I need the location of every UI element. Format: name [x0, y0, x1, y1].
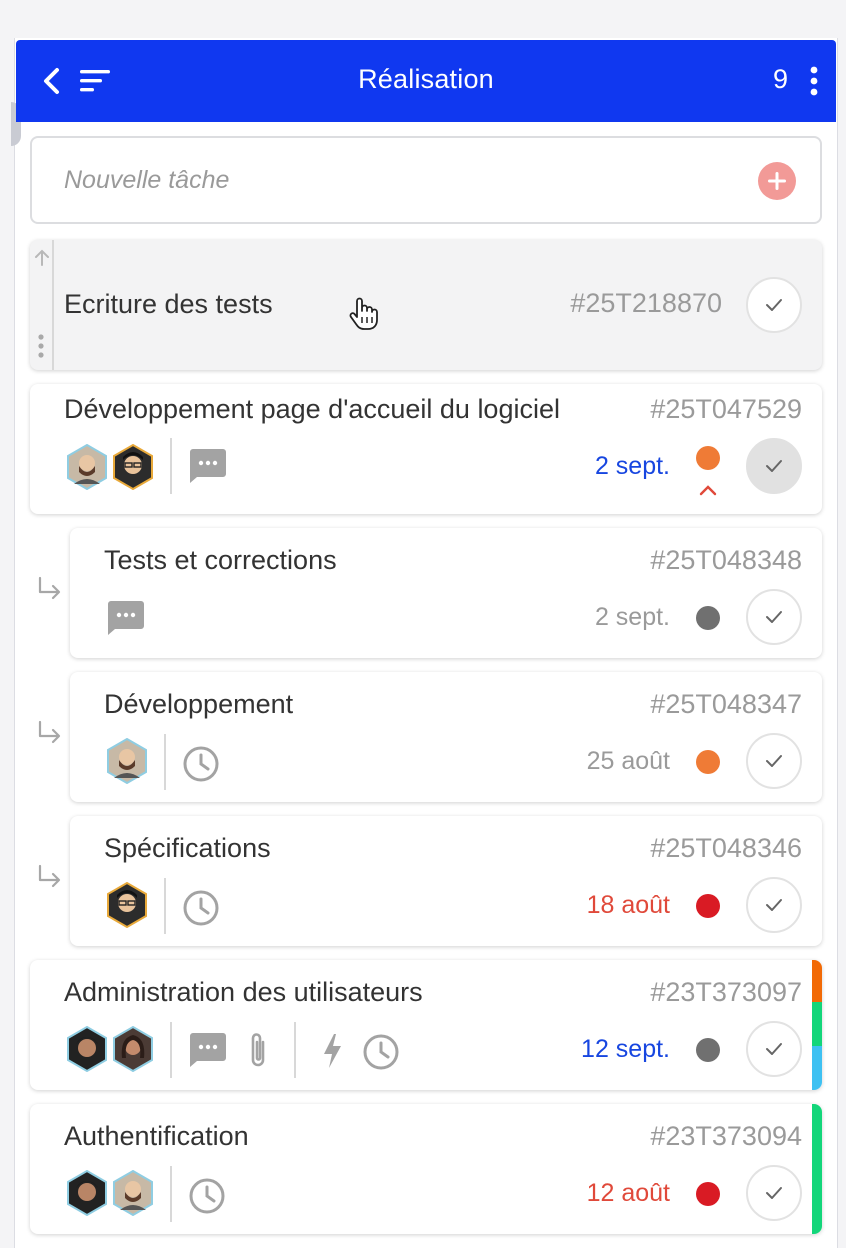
complete-button[interactable]	[746, 589, 802, 645]
task-title: Développement page d'accueil du logiciel	[64, 394, 560, 424]
new-task-box	[30, 136, 822, 224]
new-task-input[interactable]	[64, 162, 724, 198]
avatar[interactable]	[66, 1170, 108, 1216]
task-title: Administration des utilisateurs	[64, 977, 423, 1007]
check-icon	[766, 299, 782, 311]
task-title: Spécifications	[104, 833, 271, 863]
avatar[interactable]	[112, 444, 154, 490]
status-dot	[696, 1182, 720, 1206]
complete-button[interactable]	[746, 1021, 802, 1077]
drag-up-arrow-icon[interactable]	[32, 248, 52, 268]
paperclip-icon[interactable]	[246, 1030, 270, 1070]
task-card[interactable]: Administration des utilisateurs #23T3730…	[30, 960, 822, 1090]
task-ref: #25T048347	[650, 689, 802, 719]
due-date: 18 août	[586, 891, 670, 919]
due-date: 12 août	[586, 1179, 670, 1207]
comment-icon[interactable]	[188, 448, 228, 484]
complete-button[interactable]	[746, 733, 802, 789]
avatar[interactable]	[106, 882, 148, 928]
divider	[294, 1022, 296, 1078]
subtask-card[interactable]: Spécifications #25T048346 18 août	[70, 816, 822, 946]
divider	[164, 734, 166, 790]
check-icon	[766, 899, 782, 911]
avatar[interactable]	[112, 1170, 154, 1216]
task-ref: #23T373094	[650, 1121, 802, 1151]
check-icon	[766, 755, 782, 767]
task-card[interactable]: Authentification #23T373094 12 août	[30, 1104, 822, 1234]
task-ref: #25T048346	[650, 833, 802, 863]
clock-icon[interactable]	[182, 889, 220, 927]
priority-strip	[812, 960, 822, 1002]
status-dot	[696, 606, 720, 630]
due-date: 2 sept.	[594, 452, 670, 480]
task-count: 9	[772, 64, 788, 94]
task-title: Authentification	[64, 1121, 249, 1151]
check-icon	[766, 1187, 782, 1199]
complete-button[interactable]	[746, 1165, 802, 1221]
task-title: Ecriture des tests	[64, 289, 273, 319]
priority-strip	[812, 1002, 822, 1046]
complete-button[interactable]	[746, 277, 802, 333]
task-card[interactable]: Développement page d'accueil du logiciel…	[30, 384, 822, 514]
drag-bar	[52, 240, 54, 370]
task-ref: #25T047529	[650, 394, 802, 424]
due-date: 2 sept.	[594, 603, 670, 631]
chevron-up-icon[interactable]	[698, 484, 718, 496]
check-icon	[766, 611, 782, 623]
avatar[interactable]	[66, 444, 108, 490]
complete-button[interactable]	[746, 438, 802, 494]
app-header: Réalisation 9	[16, 40, 836, 122]
due-date: 12 sept.	[581, 1035, 670, 1063]
subtask-arrow-icon	[38, 864, 61, 888]
divider	[164, 878, 166, 934]
subtask-card[interactable]: Développement #25T048347 25 août	[70, 672, 822, 802]
lightning-icon[interactable]	[320, 1032, 344, 1070]
subtask-arrow-icon	[38, 720, 61, 744]
status-dot	[696, 1038, 720, 1062]
task-title: Développement	[104, 689, 294, 719]
task-ref: #23T373097	[650, 977, 802, 1007]
priority-strip	[812, 1104, 822, 1234]
drag-handle-icon[interactable]	[36, 332, 46, 360]
task-title: Tests et corrections	[104, 545, 337, 575]
status-dot	[696, 750, 720, 774]
hand-cursor-icon	[349, 297, 378, 330]
divider	[170, 1166, 172, 1222]
page-title: Réalisation	[358, 64, 494, 94]
status-dot	[696, 446, 720, 470]
status-dot	[696, 894, 720, 918]
subtask-arrow-icon	[38, 576, 61, 600]
plus-icon	[768, 172, 786, 190]
priority-strip	[812, 1046, 822, 1090]
comment-icon[interactable]	[106, 600, 146, 636]
clock-icon[interactable]	[182, 745, 220, 783]
check-icon	[766, 1043, 782, 1055]
task-ref: #25T218870	[570, 288, 722, 318]
avatar[interactable]	[66, 1026, 108, 1072]
comment-icon[interactable]	[188, 1032, 228, 1068]
check-icon	[766, 460, 782, 472]
divider	[170, 438, 172, 494]
task-card[interactable]: Ecriture des tests #25T218870	[30, 240, 822, 370]
subtask-card[interactable]: Tests et corrections #25T048348 2 sept.	[70, 528, 822, 658]
avatar[interactable]	[112, 1026, 154, 1072]
divider	[170, 1022, 172, 1078]
more-vertical-icon[interactable]	[808, 65, 820, 97]
add-task-button[interactable]	[758, 162, 796, 200]
task-ref: #25T048348	[650, 545, 802, 575]
avatar[interactable]	[106, 738, 148, 784]
clock-icon[interactable]	[188, 1177, 226, 1215]
due-date: 25 août	[586, 747, 670, 775]
complete-button[interactable]	[746, 877, 802, 933]
clock-icon[interactable]	[362, 1033, 400, 1071]
